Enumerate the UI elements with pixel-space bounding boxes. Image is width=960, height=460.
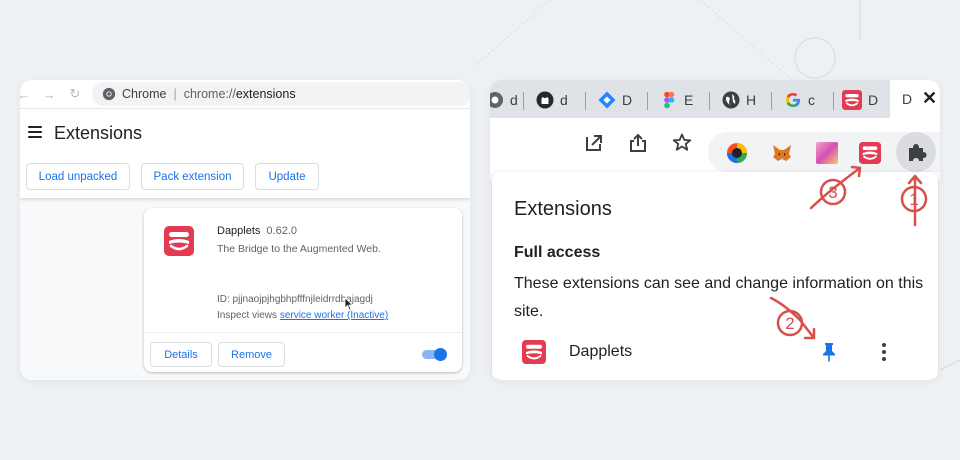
extension-card: Dapplets 0.62.0 The Bridge to the Augment… xyxy=(144,208,462,372)
open-external-icon[interactable] xyxy=(583,132,605,154)
close-tab-icon[interactable]: ✕ xyxy=(922,88,937,109)
color-wheel-icon[interactable] xyxy=(726,142,748,164)
remove-button[interactable]: Remove xyxy=(218,342,285,367)
google-icon xyxy=(786,93,800,107)
tab-title: D xyxy=(868,92,879,108)
popup-title: Extensions xyxy=(514,198,612,220)
full-access-heading: Full access xyxy=(514,244,601,261)
puzzle-icon xyxy=(909,144,927,161)
tab-2[interactable]: d xyxy=(536,86,568,114)
toggle-knob xyxy=(434,348,447,361)
tab-3[interactable]: D xyxy=(598,86,632,114)
mouse-cursor-icon xyxy=(344,297,354,311)
dapplets-logo-icon xyxy=(164,226,194,256)
dapplets-icon xyxy=(522,340,546,364)
chrome-icon xyxy=(490,92,503,108)
github-icon xyxy=(536,91,554,109)
dapplets-icon xyxy=(842,90,862,110)
omnibox[interactable]: Chrome | chrome://extensions xyxy=(92,82,470,106)
details-button[interactable]: Details xyxy=(150,342,212,367)
forward-arrow-icon[interactable]: → xyxy=(41,86,57,102)
card-divider xyxy=(144,332,462,333)
pack-extension-button[interactable]: Pack extension xyxy=(141,163,244,190)
metamask-icon[interactable] xyxy=(771,142,793,164)
tab-title: E xyxy=(684,92,694,108)
more-options-icon[interactable] xyxy=(876,340,892,364)
chrome-icon xyxy=(102,87,116,101)
update-button[interactable]: Update xyxy=(255,163,319,190)
tab-separator xyxy=(709,92,710,110)
back-arrow-icon[interactable]: ← xyxy=(20,86,32,102)
omnibox-url-path: extensions xyxy=(235,87,296,101)
tab-7[interactable]: D xyxy=(842,86,878,114)
tab-separator xyxy=(523,92,524,110)
load-unpacked-button[interactable]: Load unpacked xyxy=(26,163,130,190)
inspect-views-label: Inspect views xyxy=(217,310,278,321)
omnibox-separator: | xyxy=(173,87,177,101)
tab-title: d xyxy=(510,92,518,108)
tab-title: d xyxy=(560,92,568,108)
inspect-views: Inspect views service worker (Inactive) xyxy=(217,310,388,321)
jira-icon xyxy=(598,91,616,109)
extensions-menu-button[interactable] xyxy=(896,132,936,172)
share-icon[interactable] xyxy=(627,132,649,154)
globe-icon xyxy=(722,91,740,109)
tab-1[interactable]: d xyxy=(490,86,518,114)
tab-6[interactable]: c xyxy=(784,86,815,114)
extension-row-dapplets[interactable]: Dapplets xyxy=(492,332,938,372)
extensions-list: Dapplets 0.62.0 The Bridge to the Augment… xyxy=(20,198,470,380)
tab-title: D xyxy=(622,92,633,108)
service-worker-link[interactable]: service worker (Inactive) xyxy=(280,310,388,321)
tab-separator xyxy=(771,92,772,110)
active-tab-title: D xyxy=(902,91,913,107)
tab-separator xyxy=(647,92,648,110)
extension-name: Dapplets 0.62.0 xyxy=(217,225,297,237)
extension-version: 0.62.0 xyxy=(266,225,298,237)
omnibox-chrome-label: Chrome xyxy=(122,87,167,101)
tab-title: H xyxy=(746,92,757,108)
page-title: Extensions xyxy=(54,123,143,143)
tab-title: c xyxy=(808,92,815,108)
full-access-description: These extensions can see and change info… xyxy=(514,275,924,320)
figma-icon xyxy=(664,91,675,109)
address-bar-row: ← → ↻ Chrome | chrome://extensions xyxy=(20,80,470,108)
extensions-popup: Extensions Full access These extensions … xyxy=(492,172,938,380)
gradient-extension-icon[interactable] xyxy=(816,142,838,164)
omnibox-url-prefix: chrome:// xyxy=(183,87,236,101)
pin-icon[interactable] xyxy=(820,342,838,362)
tab-active[interactable]: D ✕ xyxy=(890,80,940,118)
hamburger-menu-icon[interactable] xyxy=(28,126,42,138)
browser-extensions-menu-window: d d D E H c D D ✕ Extensions Full access… xyxy=(490,80,940,380)
tab-separator xyxy=(585,92,586,110)
tab-4[interactable]: E xyxy=(660,86,693,114)
reload-icon[interactable]: ↻ xyxy=(67,86,83,102)
tab-5[interactable]: H xyxy=(722,86,756,114)
extension-description: The Bridge to the Augmented Web. xyxy=(217,243,381,255)
enable-toggle[interactable] xyxy=(422,348,448,361)
extensions-header: Extensions Load unpacked Pack extension … xyxy=(20,108,470,198)
extension-name-text: Dapplets xyxy=(217,225,261,237)
tab-separator xyxy=(833,92,834,110)
extensions-page-window: ← → ↻ Chrome | chrome://extensions Exten… xyxy=(20,80,470,380)
bookmark-star-icon[interactable] xyxy=(671,132,693,154)
tab-strip: d d D E H c D D ✕ xyxy=(490,80,940,118)
extension-row-name: Dapplets xyxy=(569,343,633,360)
dapplets-icon[interactable] xyxy=(859,142,881,164)
